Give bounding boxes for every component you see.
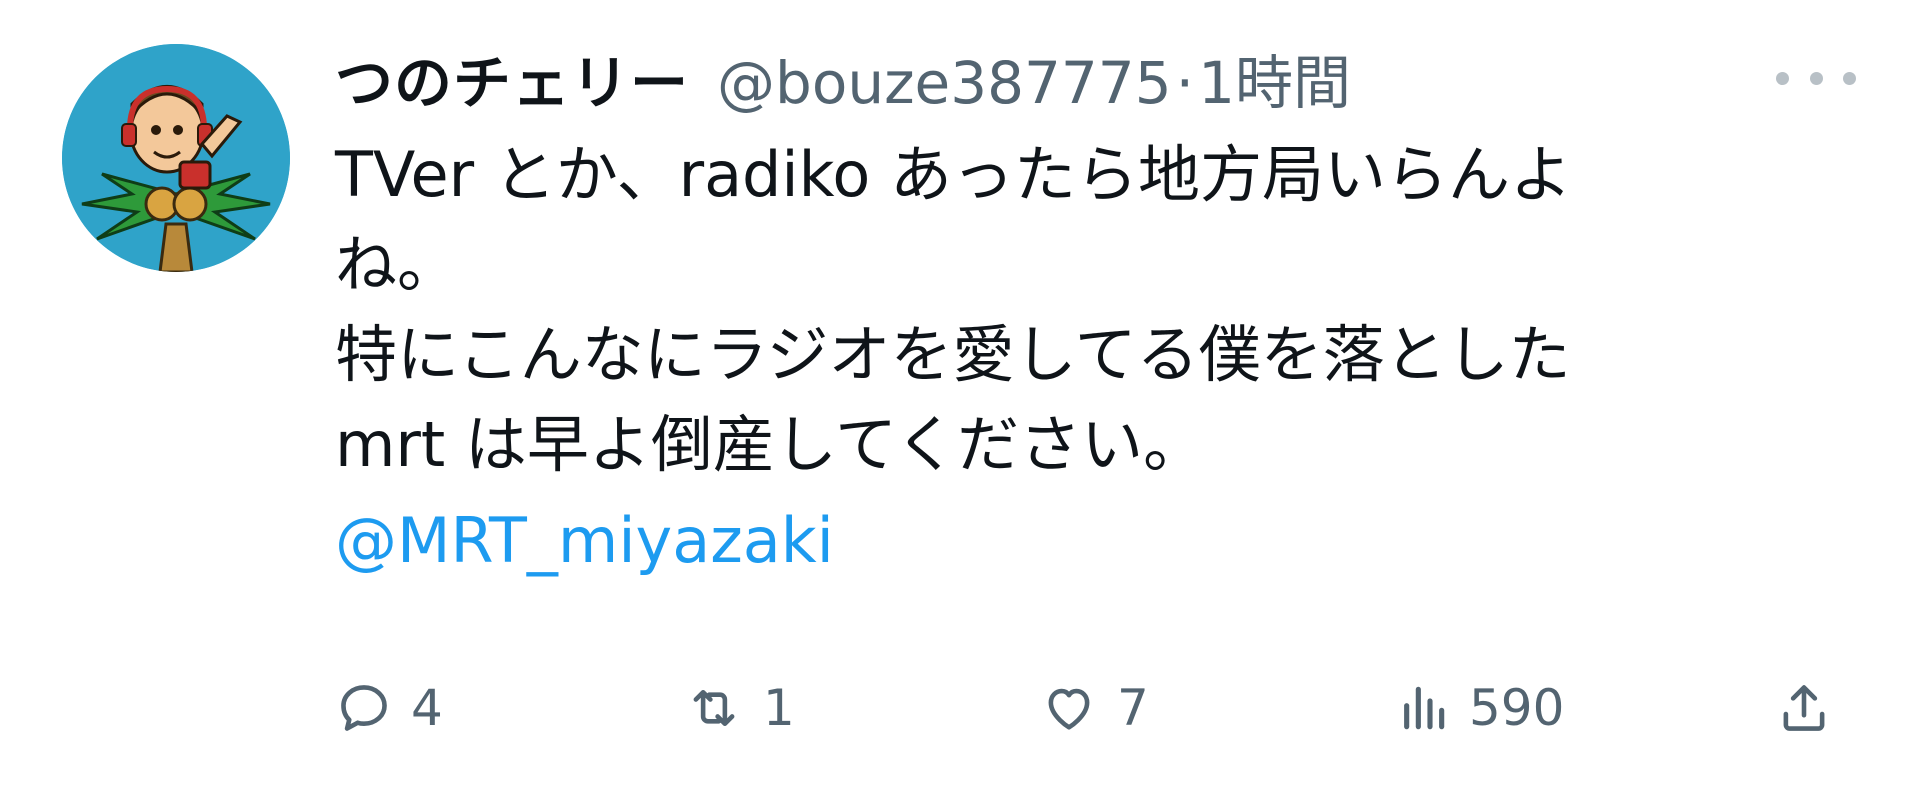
like-count: 7 [1117, 679, 1149, 737]
more-dot [1776, 71, 1789, 85]
reply-count: 4 [411, 679, 443, 737]
avatar-illustration [62, 44, 290, 272]
tweet-text-line: TVer とか、radiko あったら地方局いらんよ [335, 138, 1572, 211]
tweet-text-line: mrt は早よ倒産してください。 [335, 408, 1206, 481]
views-count: 590 [1469, 679, 1565, 737]
like-button[interactable]: 7 [1039, 668, 1149, 748]
share-icon [1783, 685, 1825, 731]
tweet-text-line: ね。 [335, 228, 460, 301]
tweet-text: TVer とか、radiko あったら地方局いらんよ ね。 特にこんなにラジオを… [335, 130, 1775, 586]
reply-icon [341, 685, 387, 731]
timestamp[interactable]: 1時間 [1198, 36, 1351, 120]
retweet-button[interactable]: 1 [683, 668, 795, 748]
more-dot [1843, 71, 1856, 85]
views-button[interactable]: 590 [1395, 668, 1564, 748]
more-options-icon[interactable] [1776, 58, 1856, 98]
heart-icon [1048, 688, 1090, 730]
reply-button[interactable]: 4 [335, 668, 443, 748]
display-name[interactable]: つのチェリー [335, 36, 689, 120]
retweet-icon [693, 689, 735, 727]
tweet-header: つのチェリー @bouze387775 · 1時間 [335, 36, 1351, 126]
separator-dot: · [1175, 49, 1195, 117]
retweet-count: 1 [763, 679, 795, 737]
share-button[interactable] [1775, 668, 1833, 748]
avatar[interactable] [62, 44, 290, 272]
user-handle[interactable]: @bouze387775 [717, 49, 1172, 117]
tweet[interactable]: つのチェリー @bouze387775 · 1時間 TVer とか、radiko… [0, 0, 1920, 802]
action-bar: 4 1 7 590 [335, 668, 1865, 748]
tweet-text-line: 特にこんなにラジオを愛してる僕を落とした [335, 318, 1571, 391]
views-icon [1404, 686, 1445, 730]
mention-link[interactable]: @MRT_miyazaki [335, 496, 1775, 586]
more-dot [1809, 71, 1823, 85]
